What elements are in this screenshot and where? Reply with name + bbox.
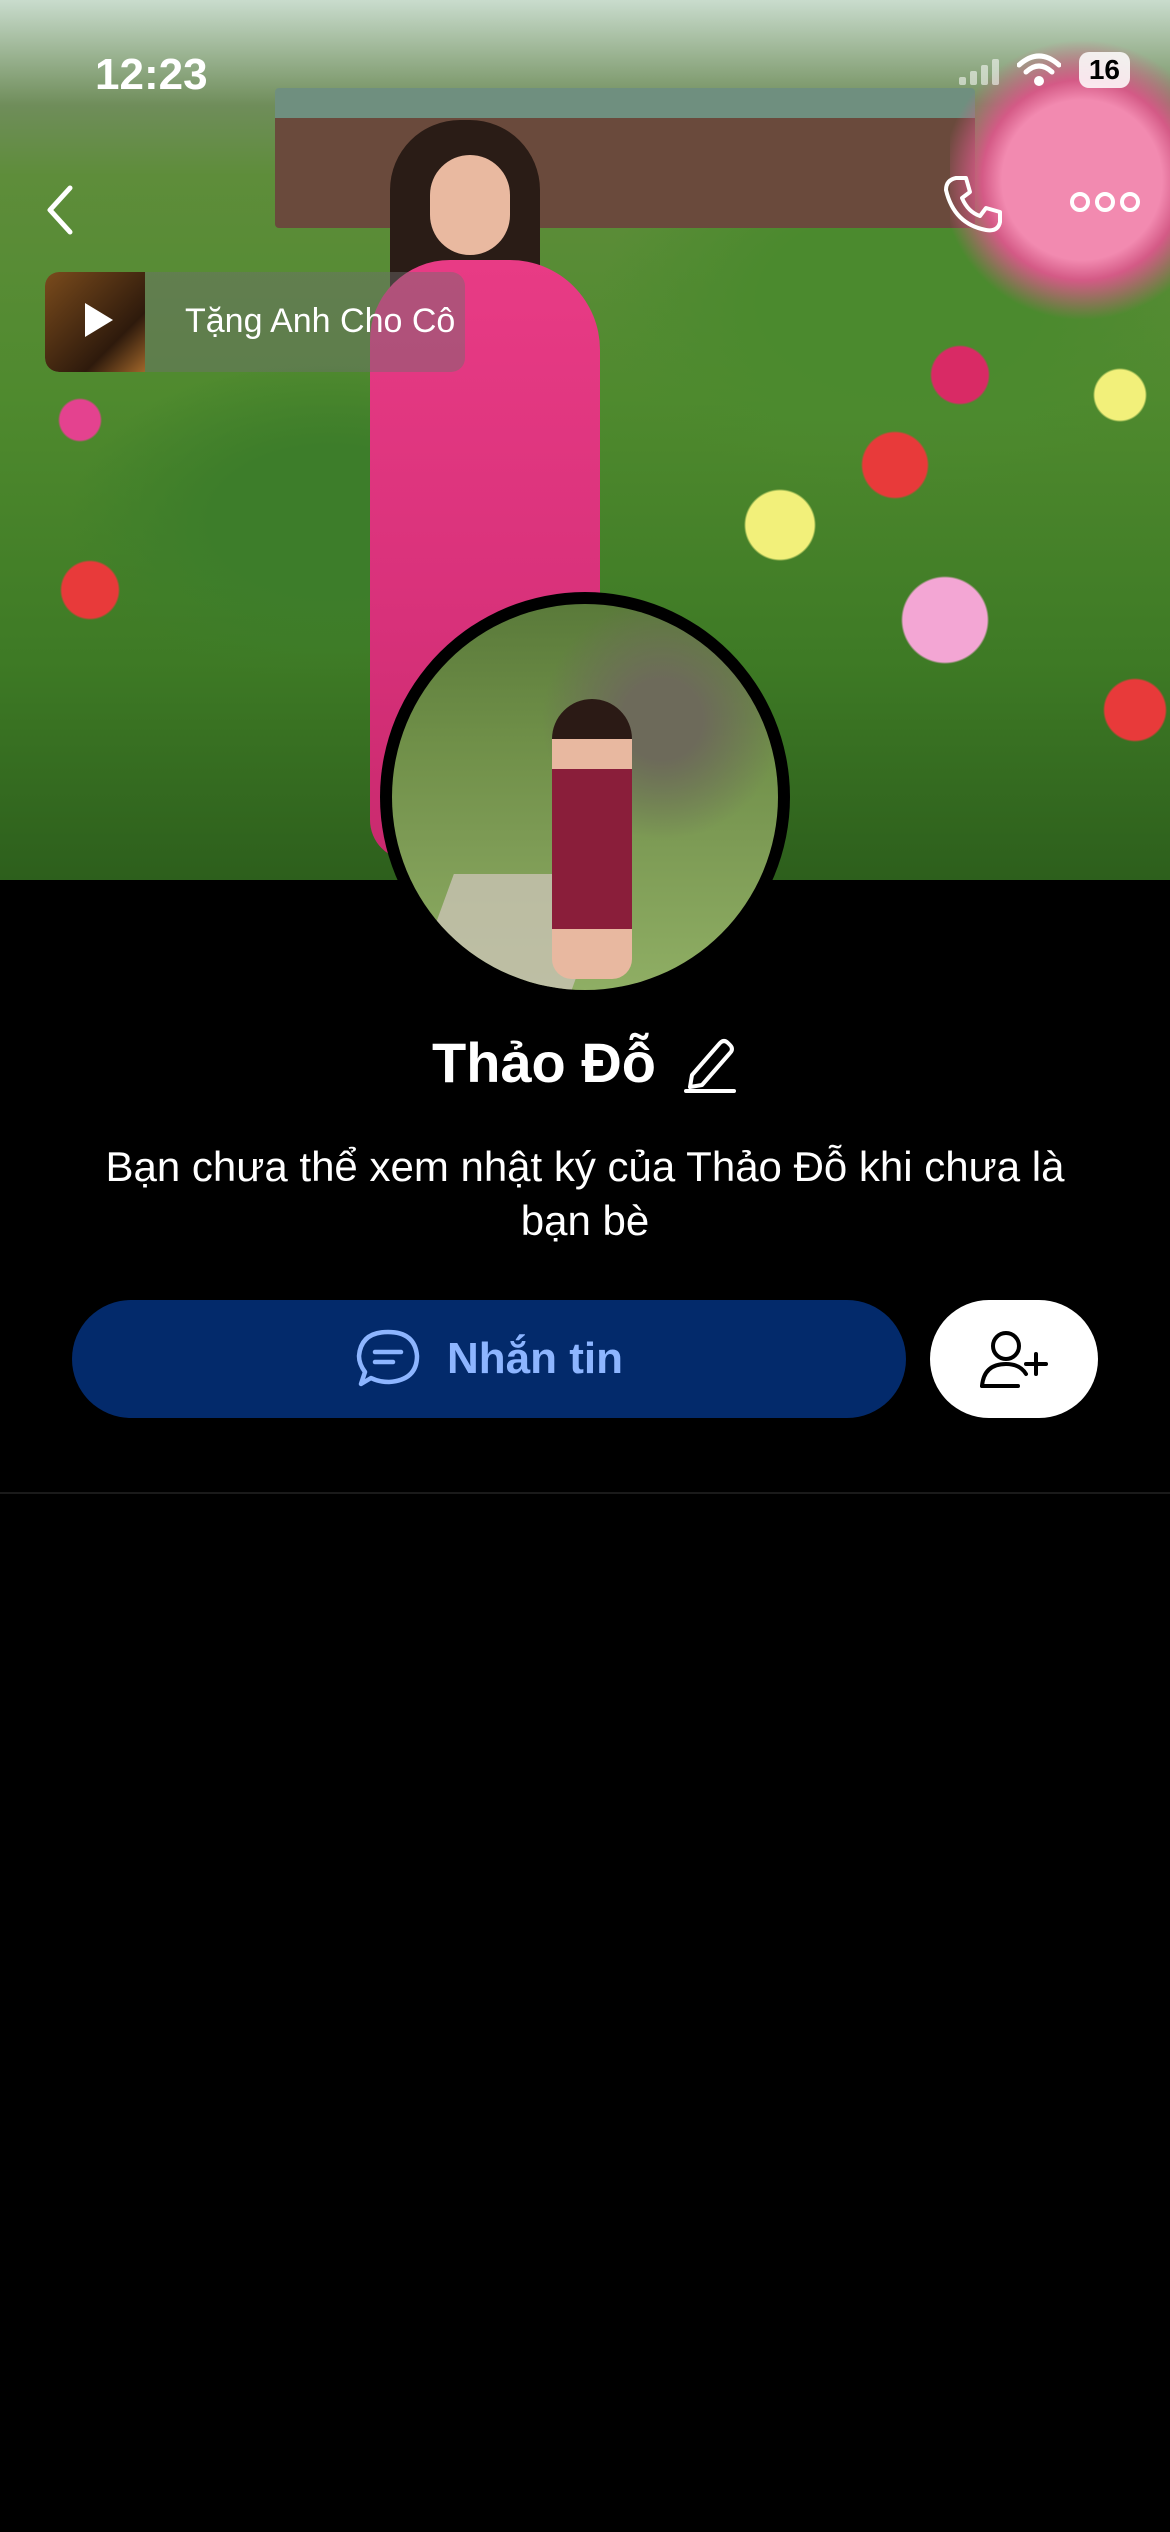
profile-music-player[interactable]: Tặng Anh Cho Cô [45,272,465,372]
add-friend-icon [980,1331,1048,1388]
music-title: Tặng Anh Cho Cô [185,302,456,340]
back-icon[interactable] [40,180,80,240]
status-icons: 16 [958,52,1130,88]
edit-icon[interactable] [682,1033,738,1093]
message-button-label: Nhắn tin [447,1334,623,1383]
battery-indicator: 16 [1078,52,1130,88]
avatar-photo [392,604,778,990]
signal-icon [958,55,999,85]
more-icon[interactable] [1070,190,1140,214]
privacy-message: Bạn chưa thể xem nhật ký của Thảo Đỗ khi… [105,1143,1065,1244]
profile-name-row: Thảo Đỗ [0,1030,1170,1095]
profile-name: Thảo Đỗ [432,1031,656,1094]
message-button[interactable]: Nhắn tin [72,1300,906,1418]
section-divider [0,1492,1170,1494]
play-icon[interactable] [81,300,115,340]
chat-icon [356,1329,420,1387]
add-friend-button[interactable] [930,1300,1098,1418]
avatar[interactable] [380,592,790,1002]
phone-icon[interactable] [940,172,1004,236]
status-time: 12:23 [95,50,208,99]
wifi-icon [1016,53,1061,86]
